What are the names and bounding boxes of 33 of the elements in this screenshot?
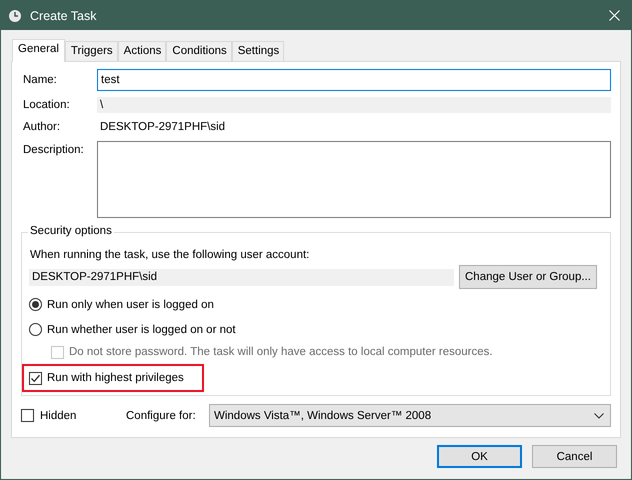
field-label: Description: [23,143,85,156]
option-label: Do not store password. The task will only have access to local computer resources. [69,346,493,358]
radio-button[interactable] [29,298,42,311]
dialog-button[interactable]: OK [437,445,522,468]
location-field: \ [97,97,611,113]
dialog-button[interactable]: Cancel [532,445,617,468]
group-title: Security options [28,225,114,237]
change-user-button[interactable]: Change User or Group... [459,265,597,289]
author-value: DESKTOP-2971PHF\sid [99,121,226,133]
window-title: Create Task [30,8,98,22]
tab[interactable]: Conditions [166,41,232,61]
checkbox[interactable] [21,409,34,422]
configure-dropdown[interactable]: Windows Vista™, Windows Server™ 2008 [209,404,611,427]
option-label: Run whether user is logged on or not [47,324,236,336]
chevron-down-icon [594,412,604,418]
tab[interactable]: Actions [118,41,166,61]
field-label: Location: [23,99,71,111]
checkbox[interactable] [29,372,42,384]
field-label: Configure for: [126,410,197,422]
tab[interactable]: Settings [232,41,284,61]
option-label: Run only when user is logged on [47,298,214,310]
checkbox-label: Hidden [40,410,76,422]
account-field: DESKTOP-2971PHF\sid [29,268,454,286]
field-label: Author: [23,121,62,133]
radio-button[interactable] [29,323,42,336]
name-field[interactable]: test [97,69,611,91]
tab[interactable]: Triggers [64,41,118,61]
field-label: Name: [23,74,58,86]
account-prompt: When running the task, use the following user account: [30,249,310,261]
tab[interactable]: General [12,39,65,62]
clock-icon [8,8,22,22]
description-field[interactable] [97,141,611,218]
option-label: Run with highest privileges [47,372,184,384]
